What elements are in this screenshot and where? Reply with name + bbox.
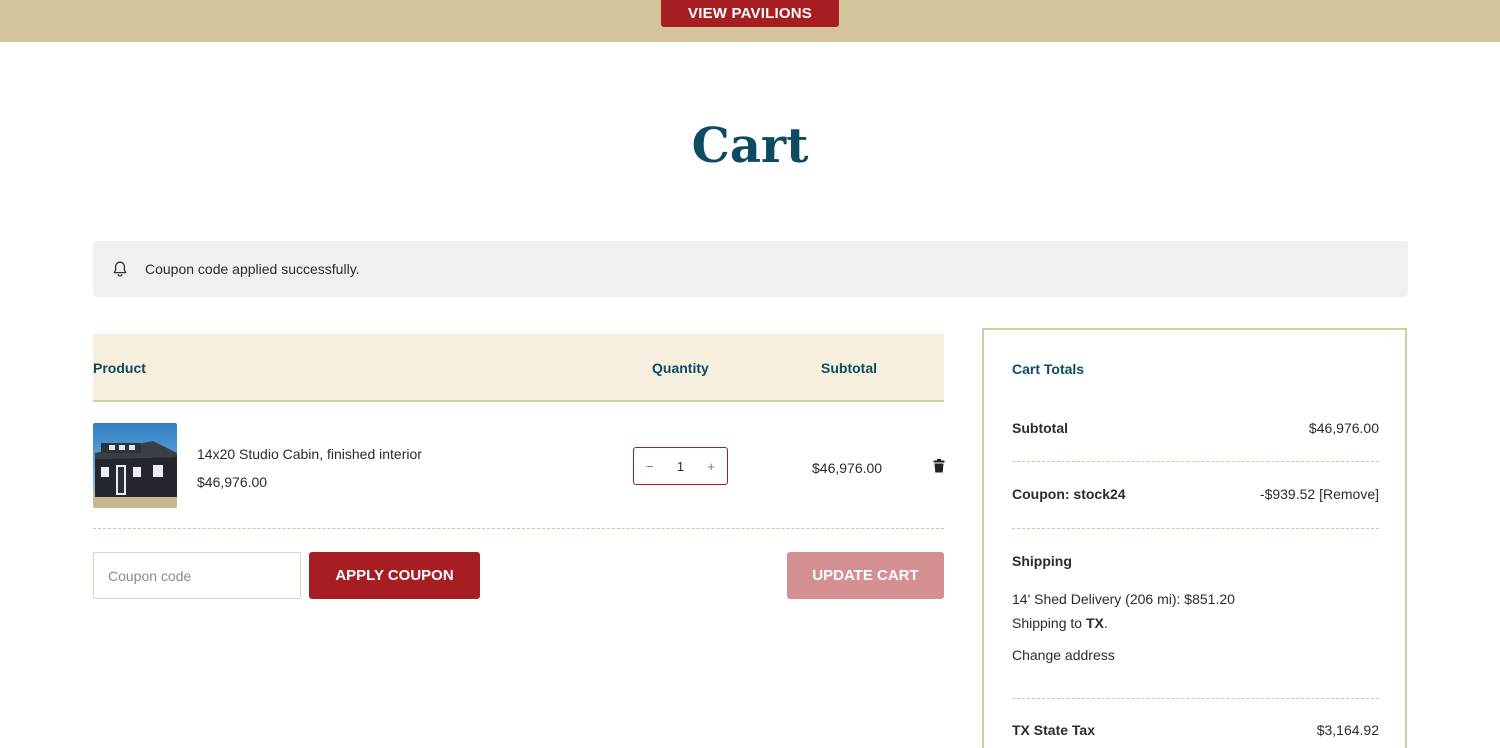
- coupon-code-input[interactable]: [93, 552, 301, 599]
- notice-message: Coupon code applied successfully.: [145, 261, 360, 277]
- cart-totals-panel: Cart Totals Subtotal $46,976.00 Coupon: …: [982, 328, 1407, 748]
- update-cart-button[interactable]: UPDATE CART: [787, 552, 944, 599]
- coupon-value-group: -$939.52 [Remove]: [1260, 486, 1379, 502]
- cart-table: Product Quantity Subtotal 14x20 Studio C…: [93, 334, 945, 529]
- product-thumbnail[interactable]: [93, 423, 177, 508]
- totals-subtotal-label: Subtotal: [1012, 420, 1068, 436]
- header-product: Product: [93, 360, 146, 376]
- header-quantity: Quantity: [652, 360, 709, 376]
- coupon-discount-value: -$939.52: [1259, 486, 1316, 502]
- page-title: Cart: [691, 118, 809, 174]
- bell-icon: [111, 260, 129, 278]
- view-pavilions-button[interactable]: VIEW PAVILIONS: [661, 0, 839, 27]
- product-price: $46,976.00: [197, 474, 268, 490]
- tax-label: TX State Tax: [1012, 722, 1095, 738]
- shipping-method: 14' Shed Delivery (206 mi): $851.20: [1012, 591, 1235, 607]
- quantity-value[interactable]: 1: [677, 459, 684, 474]
- shipping-to-prefix: Shipping to: [1012, 615, 1086, 631]
- remove-coupon-link[interactable]: [Remove]: [1319, 486, 1379, 502]
- coupon-notice: Coupon code applied successfully.: [93, 241, 1408, 297]
- shipping-state: TX: [1085, 615, 1104, 631]
- divider: [1012, 698, 1379, 699]
- tax-value: $3,164.92: [1316, 722, 1379, 738]
- divider: [1012, 528, 1379, 529]
- totals-subtotal-value: $46,976.00: [1308, 420, 1379, 436]
- quantity-decrease-button[interactable]: −: [646, 459, 654, 474]
- product-name[interactable]: 14x20 Studio Cabin, finished interior: [197, 446, 422, 462]
- table-row: 14x20 Studio Cabin, finished interior $4…: [93, 402, 945, 529]
- coupon-label: Coupon: stock24: [1012, 486, 1126, 502]
- shipping-destination: Shipping to TX.: [1012, 615, 1108, 631]
- shipping-to-suffix: .: [1103, 615, 1108, 631]
- quantity-increase-button[interactable]: +: [707, 459, 715, 474]
- change-address-link[interactable]: Change address: [1012, 647, 1115, 663]
- divider: [1012, 461, 1379, 462]
- cart-totals-title: Cart Totals: [1012, 361, 1085, 377]
- quantity-stepper: − 1 +: [633, 447, 728, 485]
- trash-icon[interactable]: [933, 459, 945, 473]
- table-header: Product Quantity Subtotal: [93, 334, 944, 402]
- shipping-label: Shipping: [1012, 553, 1072, 569]
- line-subtotal: $46,976.00: [812, 460, 883, 476]
- header-subtotal: Subtotal: [821, 360, 877, 376]
- top-banner: VIEW PAVILIONS: [0, 0, 1500, 42]
- apply-coupon-button[interactable]: APPLY COUPON: [309, 552, 480, 599]
